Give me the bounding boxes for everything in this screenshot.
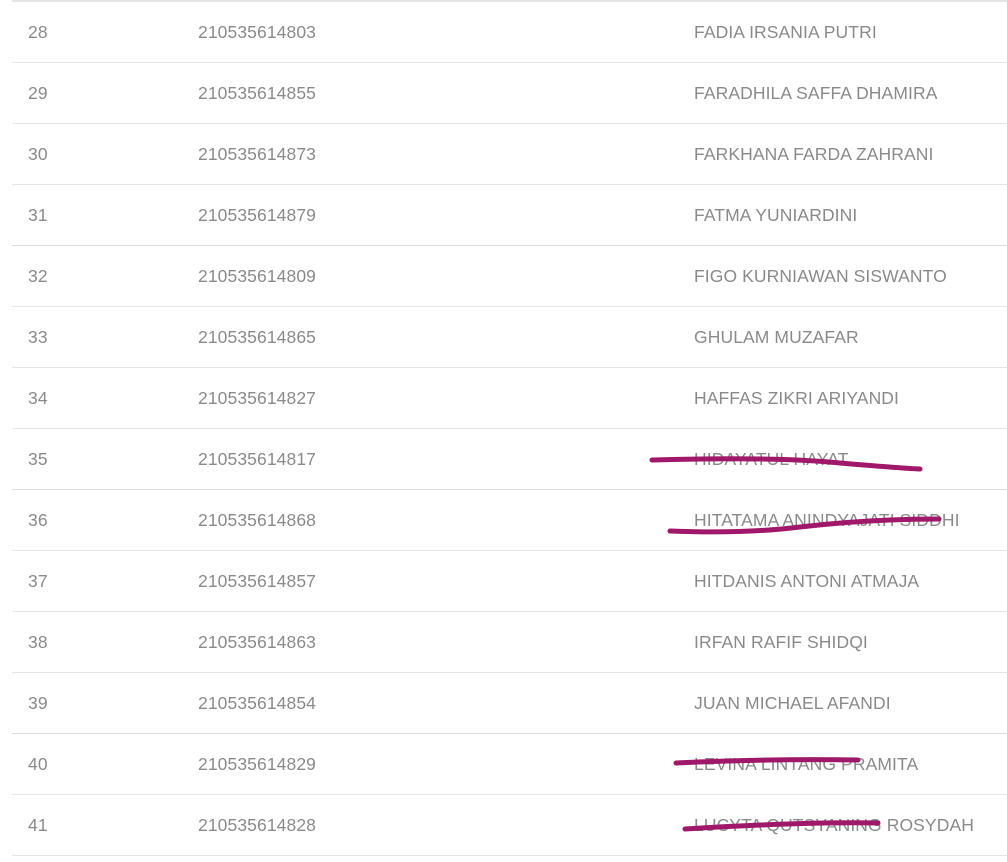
student-id: 210535614868 — [198, 509, 316, 530]
student-name: HAFFAS ZIKRI ARIYANDI — [694, 387, 900, 408]
student-id: 210535614879 — [198, 204, 316, 225]
student-name: FATMA YUNIARDINI — [694, 204, 858, 225]
table-row: 40 210535614829 LEVINA LINTANG PRAMITA — [12, 734, 1007, 795]
row-number: 31 — [28, 204, 48, 225]
student-id: 210535614828 — [198, 814, 316, 835]
table-row: 41 210535614828 LUCYTA QUTSYANING ROSYDA… — [12, 795, 1007, 856]
student-id: 210535614855 — [198, 82, 316, 103]
student-id: 210535614873 — [198, 143, 316, 164]
row-number: 37 — [28, 570, 48, 591]
row-number: 36 — [28, 509, 48, 530]
row-number: 38 — [28, 631, 48, 652]
table-row: 36 210535614868 HITATAMA ANINDYAJATI SID… — [12, 490, 1007, 551]
table-row: 31 210535614879 FATMA YUNIARDINI — [12, 185, 1007, 246]
student-name: HITDANIS ANTONI ATMAJA — [694, 570, 920, 591]
row-number: 33 — [28, 326, 48, 347]
student-id: 210535614803 — [198, 21, 316, 42]
student-name: FARKHANA FARDA ZAHRANI — [694, 143, 934, 164]
student-table: 28 210535614803 FADIA IRSANIA PUTRI 29 2… — [12, 0, 1007, 856]
student-name: HITATAMA ANINDYAJATI SIDDHI — [694, 509, 960, 530]
student-id: 210535614854 — [198, 692, 316, 713]
table-row: 30 210535614873 FARKHANA FARDA ZAHRANI — [12, 124, 1007, 185]
student-name: LEVINA LINTANG PRAMITA — [694, 753, 919, 774]
student-id: 210535614857 — [198, 570, 316, 591]
student-name: FADIA IRSANIA PUTRI — [694, 21, 877, 42]
row-number: 41 — [28, 814, 48, 835]
row-number: 35 — [28, 448, 48, 469]
student-id: 210535614809 — [198, 265, 316, 286]
student-id: 210535614817 — [198, 448, 316, 469]
student-name: LUCYTA QUTSYANING ROSYDAH — [694, 814, 974, 835]
table-row: 35 210535614817 HIDAYATUL HAYAT — [12, 429, 1007, 490]
row-number: 30 — [28, 143, 48, 164]
row-number: 39 — [28, 692, 48, 713]
row-number: 34 — [28, 387, 48, 408]
table-row: 34 210535614827 HAFFAS ZIKRI ARIYANDI — [12, 368, 1007, 429]
student-name: JUAN MICHAEL AFANDI — [694, 692, 891, 713]
student-id: 210535614863 — [198, 631, 316, 652]
row-number: 40 — [28, 753, 48, 774]
student-name: HIDAYATUL HAYAT — [694, 448, 849, 469]
table-row: 37 210535614857 HITDANIS ANTONI ATMAJA — [12, 551, 1007, 612]
table-row: 33 210535614865 GHULAM MUZAFAR — [12, 307, 1007, 368]
student-id: 210535614865 — [198, 326, 316, 347]
student-name: FARADHILA SAFFA DHAMIRA — [694, 82, 938, 103]
table-row: 39 210535614854 JUAN MICHAEL AFANDI — [12, 673, 1007, 734]
student-name: GHULAM MUZAFAR — [694, 326, 859, 347]
student-name: FIGO KURNIAWAN SISWANTO — [694, 265, 947, 286]
student-name: IRFAN RAFIF SHIDQI — [694, 631, 868, 652]
student-id: 210535614827 — [198, 387, 316, 408]
table-row: 38 210535614863 IRFAN RAFIF SHIDQI — [12, 612, 1007, 673]
table-row: 32 210535614809 FIGO KURNIAWAN SISWANTO — [12, 246, 1007, 307]
row-number: 32 — [28, 265, 48, 286]
table-row: 28 210535614803 FADIA IRSANIA PUTRI — [12, 2, 1007, 63]
table-row: 29 210535614855 FARADHILA SAFFA DHAMIRA — [12, 63, 1007, 124]
student-id: 210535614829 — [198, 753, 316, 774]
row-number: 28 — [28, 21, 48, 42]
row-number: 29 — [28, 82, 48, 103]
